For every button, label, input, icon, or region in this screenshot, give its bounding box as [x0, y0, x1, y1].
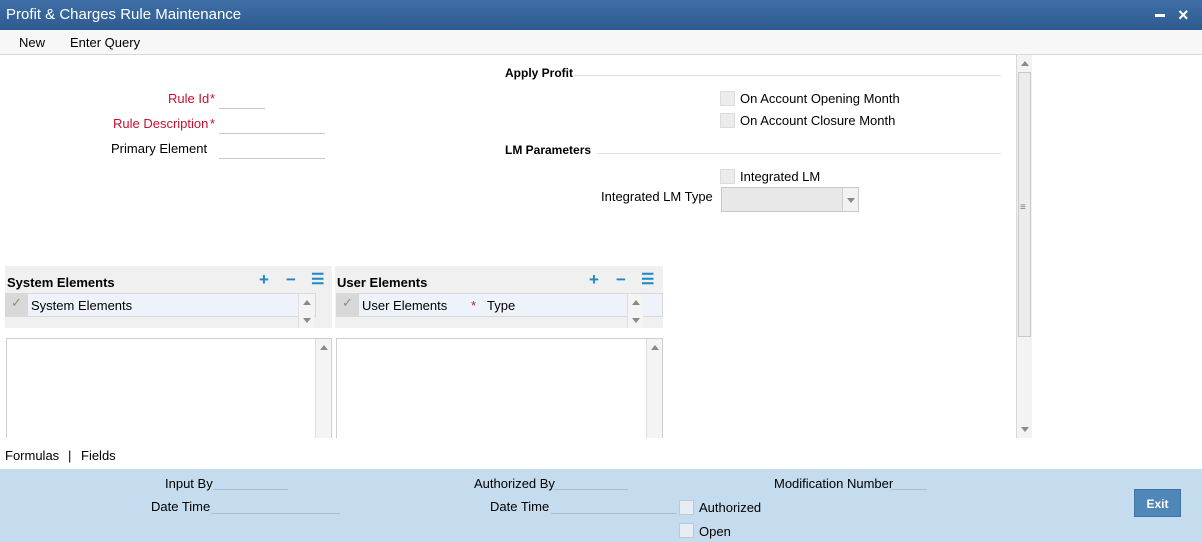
- rule-id-label: Rule Id: [168, 91, 210, 106]
- audit-footer: Input By Date Time Authorized By Date Ti…: [0, 469, 1202, 542]
- integrated-lm-type-select[interactable]: [721, 187, 859, 212]
- system-elements-panel: System Elements + − ☰ System Elements: [5, 266, 332, 328]
- section-divider: [597, 153, 1001, 154]
- section-divider: [574, 75, 1001, 76]
- rule-id-input[interactable]: [219, 87, 265, 109]
- user-elements-column: User Elements: [362, 298, 448, 313]
- header-scrollbar[interactable]: [627, 294, 643, 328]
- on-account-closure-month-label: On Account Closure Month: [740, 113, 896, 128]
- system-elements-column: System Elements: [31, 298, 133, 313]
- tab-bar: Formulas | Fields: [0, 440, 1202, 469]
- chevron-down-icon[interactable]: [842, 188, 858, 211]
- authorized-label: Authorized: [699, 500, 762, 515]
- type-column: Type: [487, 298, 516, 313]
- rule-description-label: Rule Description: [113, 116, 209, 131]
- date-time-value: [551, 513, 677, 514]
- scroll-up-icon[interactable]: [303, 300, 311, 305]
- input-by-value: [213, 489, 288, 490]
- scroll-up-icon[interactable]: [632, 300, 640, 305]
- primary-element-label: Primary Element: [111, 141, 208, 156]
- on-account-opening-month-checkbox[interactable]: [720, 91, 735, 106]
- required-mark: *: [210, 116, 216, 131]
- scroll-up-icon[interactable]: [651, 345, 659, 350]
- authorized-by-value: [553, 489, 628, 490]
- authorized-by-label: Authorized By: [474, 476, 555, 491]
- integrated-lm-type-label: Integrated LM Type: [601, 189, 713, 204]
- grip-icon: ≡: [1020, 202, 1026, 213]
- select-all-checkbox[interactable]: [337, 294, 359, 316]
- date-time-value: [211, 513, 340, 514]
- close-icon[interactable]: ×: [1178, 0, 1194, 30]
- scroll-down-icon[interactable]: [632, 318, 640, 323]
- list-scrollbar[interactable]: [315, 339, 331, 438]
- user-elements-list[interactable]: [336, 338, 663, 438]
- user-elements-panel: User Elements + − ☰ User Elements * Type: [335, 266, 663, 328]
- lm-parameters-heading: LM Parameters: [505, 143, 592, 157]
- date-time-label: Date Time: [151, 499, 211, 514]
- open-label: Open: [699, 524, 731, 539]
- header-scrollbar[interactable]: [298, 294, 314, 328]
- list-scrollbar[interactable]: [646, 339, 662, 438]
- date-time-label: Date Time: [490, 499, 550, 514]
- select-all-checkbox[interactable]: [6, 294, 28, 316]
- exit-button[interactable]: Exit: [1134, 489, 1181, 517]
- rule-description-input[interactable]: [219, 112, 325, 134]
- system-elements-list[interactable]: [6, 338, 332, 438]
- required-mark: *: [471, 298, 477, 313]
- window-title: Profit & Charges Rule Maintenance: [6, 6, 242, 23]
- primary-element-input[interactable]: [219, 137, 325, 159]
- user-elements-header: User Elements * Type: [336, 293, 663, 317]
- system-elements-title: System Elements: [7, 275, 115, 290]
- on-account-opening-month-label: On Account Opening Month: [740, 91, 900, 106]
- input-by-label: Input By: [165, 476, 213, 491]
- scroll-down-icon[interactable]: [303, 318, 311, 323]
- modification-number-value: [891, 489, 927, 490]
- menu-new[interactable]: New: [19, 35, 45, 50]
- remove-row-icon[interactable]: −: [616, 270, 626, 290]
- integrated-lm-checkbox[interactable]: [720, 169, 735, 184]
- add-row-icon[interactable]: +: [589, 270, 599, 290]
- tab-formulas[interactable]: Formulas: [5, 448, 59, 463]
- on-account-closure-month-checkbox[interactable]: [720, 113, 735, 128]
- main-content: Rule Id * Rule Description * Primary Ele…: [0, 55, 1016, 438]
- main-scrollbar[interactable]: ≡: [1016, 55, 1032, 438]
- list-view-icon[interactable]: ☰: [641, 270, 654, 288]
- list-view-icon[interactable]: ☰: [311, 270, 324, 288]
- scroll-down-icon[interactable]: [1021, 427, 1029, 432]
- minimize-icon[interactable]: [1152, 0, 1168, 30]
- system-elements-header: System Elements: [5, 293, 316, 317]
- required-mark: *: [210, 91, 216, 106]
- authorized-checkbox: [679, 500, 694, 515]
- remove-row-icon[interactable]: −: [286, 270, 296, 290]
- tab-fields[interactable]: Fields: [81, 448, 116, 463]
- window-titlebar: Profit & Charges Rule Maintenance ×: [0, 0, 1202, 30]
- user-elements-title: User Elements: [337, 275, 428, 290]
- menu-bar: New Enter Query: [0, 30, 1202, 55]
- open-checkbox: [679, 523, 694, 538]
- add-row-icon[interactable]: +: [259, 270, 269, 290]
- menu-enter-query[interactable]: Enter Query: [70, 35, 140, 50]
- scroll-up-icon[interactable]: [1021, 61, 1029, 66]
- apply-profit-heading: Apply Profit: [505, 66, 573, 80]
- modification-number-label: Modification Number: [774, 476, 894, 491]
- integrated-lm-label: Integrated LM: [740, 169, 821, 184]
- scroll-up-icon[interactable]: [320, 345, 328, 350]
- tab-separator: |: [68, 448, 72, 463]
